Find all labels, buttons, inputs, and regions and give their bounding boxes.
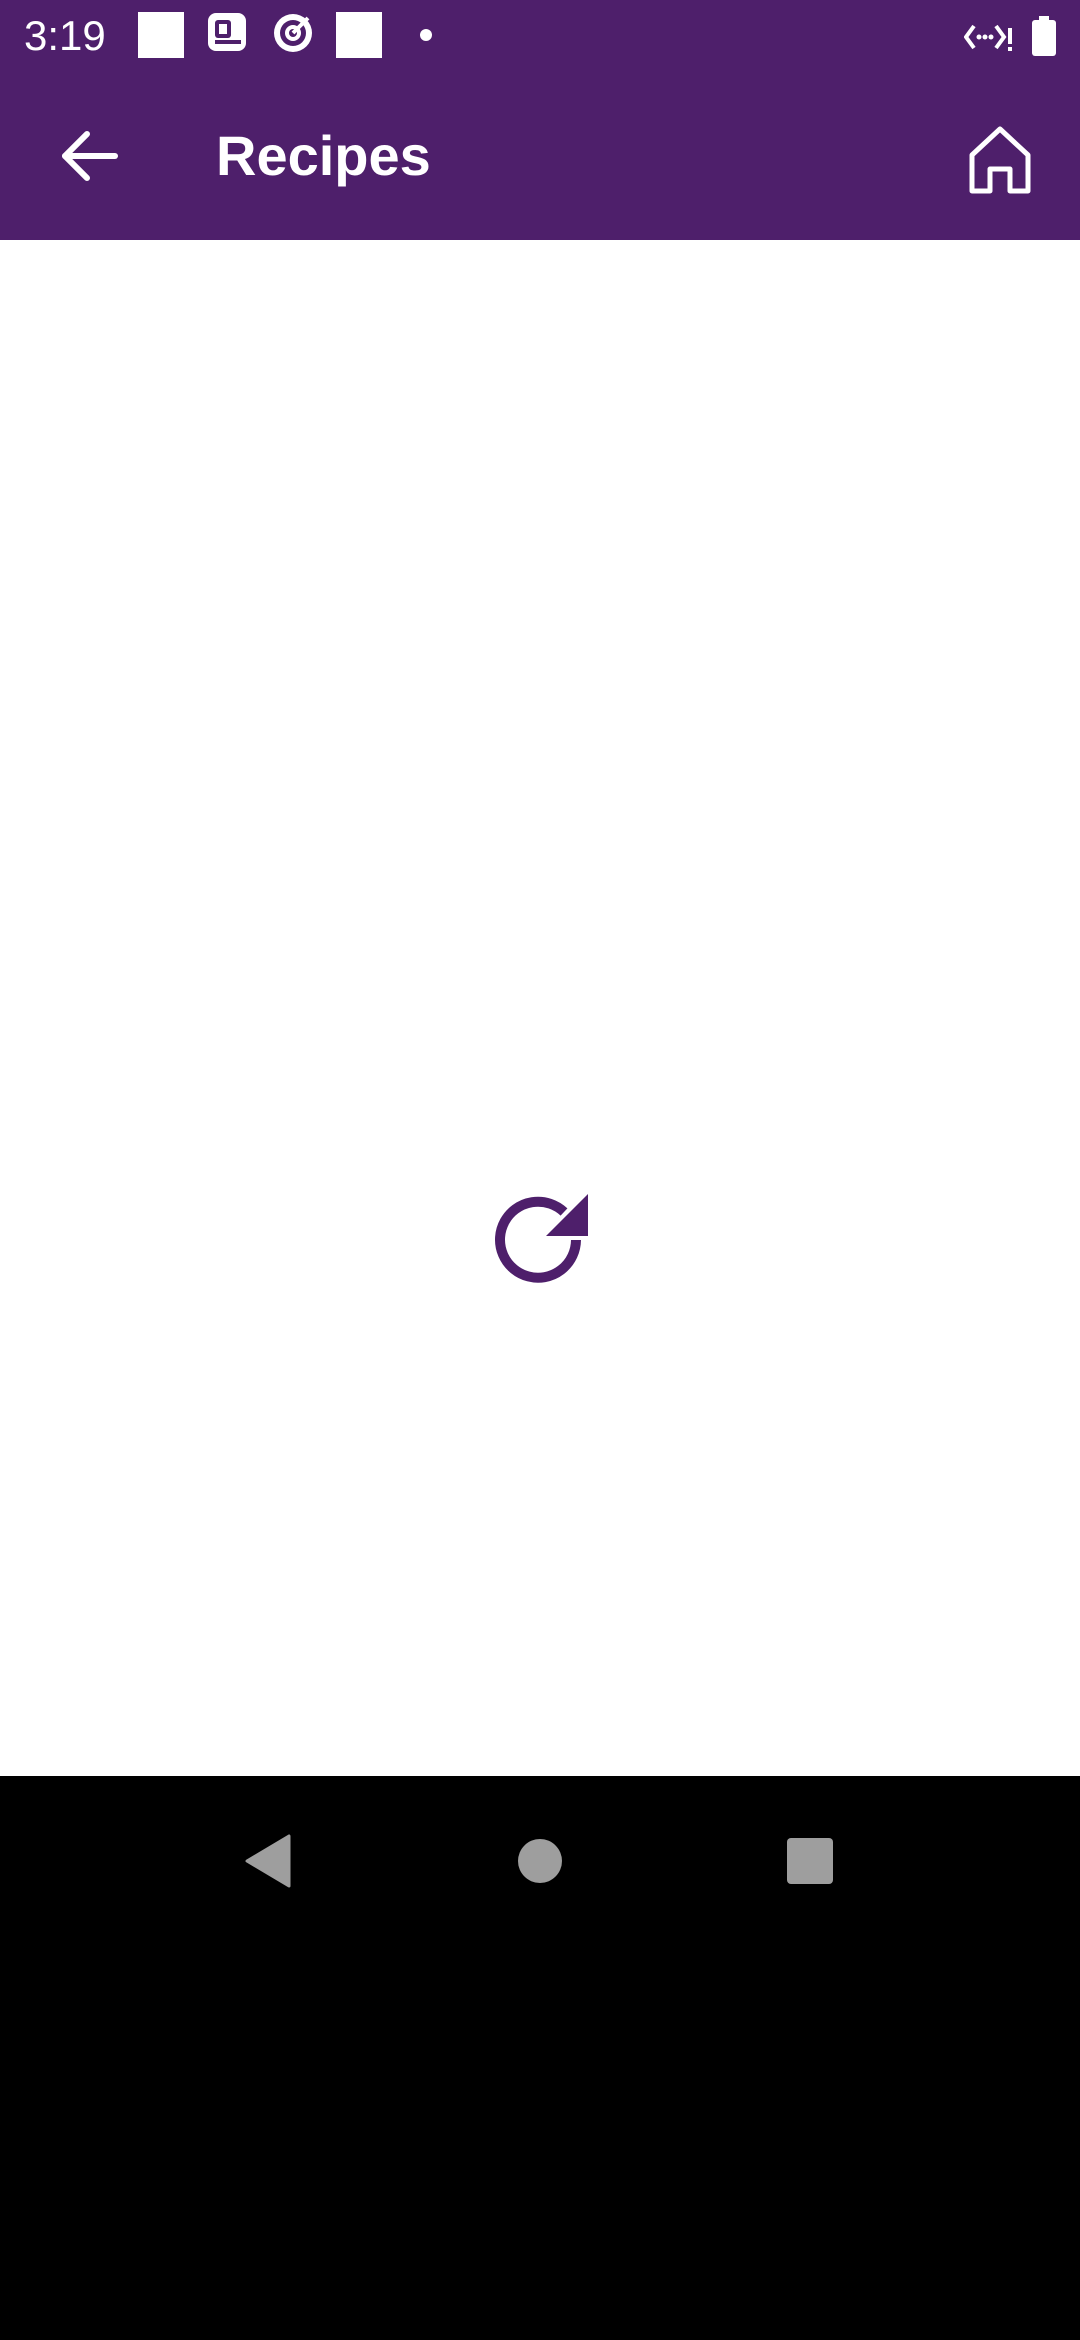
back-triangle-icon xyxy=(245,1834,291,1888)
app-bar: Recipes xyxy=(0,72,1080,240)
status-time: 3:19 xyxy=(24,12,106,59)
system-nav-bar xyxy=(0,1776,1080,2340)
content-area xyxy=(0,240,1080,1776)
notification-square-icon xyxy=(336,12,382,63)
nav-recents-button[interactable] xyxy=(765,1816,855,1906)
dot-icon xyxy=(419,28,433,47)
screen: 3:19 Recipes xyxy=(0,0,1080,2340)
back-button[interactable] xyxy=(40,106,140,206)
arrow-left-icon xyxy=(62,131,118,181)
battery-icon xyxy=(1032,16,1056,61)
home-icon xyxy=(969,126,1031,194)
refresh-icon xyxy=(495,1194,588,1283)
network-icon xyxy=(963,20,1014,59)
target-app-icon xyxy=(272,12,314,59)
nav-back-button[interactable] xyxy=(222,1816,312,1906)
status-bar: 3:19 xyxy=(0,0,1080,72)
notification-square-icon xyxy=(138,12,184,63)
recents-square-icon xyxy=(787,1838,833,1884)
reload-button[interactable] xyxy=(484,1186,596,1298)
nav-home-button[interactable] xyxy=(495,1816,585,1906)
home-button[interactable] xyxy=(950,110,1050,210)
page-title: Recipes xyxy=(216,124,431,187)
news-app-icon xyxy=(207,12,247,57)
home-circle-icon xyxy=(518,1839,562,1883)
